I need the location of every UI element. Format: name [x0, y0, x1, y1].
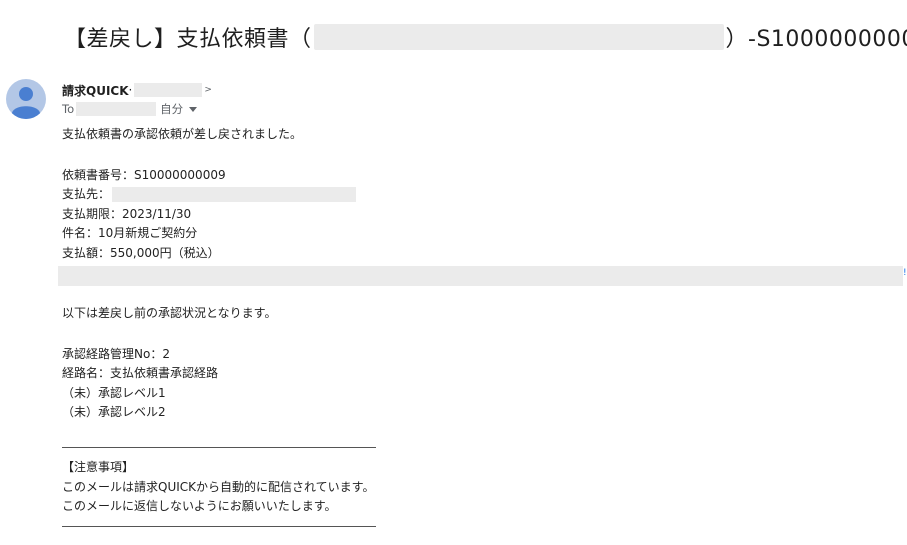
sender-email-end: > [204, 85, 212, 95]
approval-level-1: （未）承認レベル1 [62, 385, 166, 400]
status-intro: 以下は差戻し前の承認状況となります。 [62, 306, 277, 320]
sender-line: 請求QUICK · > [62, 81, 212, 99]
payment-amount: 支払額：550,000円（税込） [62, 245, 220, 260]
details-dropdown-icon[interactable] [189, 106, 198, 112]
item-name: 件名：10月新規ご契約分 [62, 226, 198, 240]
sender-email-redaction [134, 83, 203, 97]
request-number: 依頼書番号：S10000000009 [62, 167, 226, 182]
notice-line-1: このメールは請求QUICKから自動的に配信されています。 [62, 479, 375, 494]
recipient-redaction [76, 102, 157, 116]
divider-top [62, 447, 376, 448]
recipient-line: To 自分 [62, 100, 198, 118]
subject-redaction [313, 24, 724, 50]
notice-block: 【注意事項】 このメールは請求QUICKから自動的に配信されています。 このメー… [62, 458, 374, 517]
route-name: 経路名：支払依頼書承認経路 [62, 366, 219, 380]
payee-redaction [112, 187, 357, 203]
payee-label: 支払先： [62, 187, 111, 201]
email-subject: 【差戻し】支払依頼書（ ）-S10000000009 [64, 20, 907, 54]
subject-suffix: ）-S10000000009 [725, 27, 907, 52]
approval-level-2: （未）承認レベル2 [62, 405, 166, 419]
notice-line-2: このメールに返信しないようにお願いいたします。 [62, 499, 337, 513]
avatar[interactable] [6, 79, 46, 119]
link-redaction [58, 266, 903, 286]
person-icon [12, 87, 40, 119]
link-edge[interactable]: ! [903, 268, 907, 278]
notice-title: 【注意事項】 [62, 460, 135, 474]
recipient-self: 自分 [160, 102, 184, 116]
body-intro: 支払依頼書の承認依頼が差し戻されました。 [62, 127, 303, 141]
due-date: 支払期限：2023/11/30 [62, 206, 192, 221]
route-number: 承認経路管理No：2 [62, 346, 170, 361]
to-label: To [62, 102, 75, 116]
payee-row: 支払先： [62, 185, 357, 205]
sender-name[interactable]: 請求QUICK [62, 82, 129, 99]
sender-separator: · [128, 83, 133, 97]
subject-prefix: 【差戻し】支払依頼書（ [64, 27, 312, 52]
divider-bottom [62, 526, 376, 527]
